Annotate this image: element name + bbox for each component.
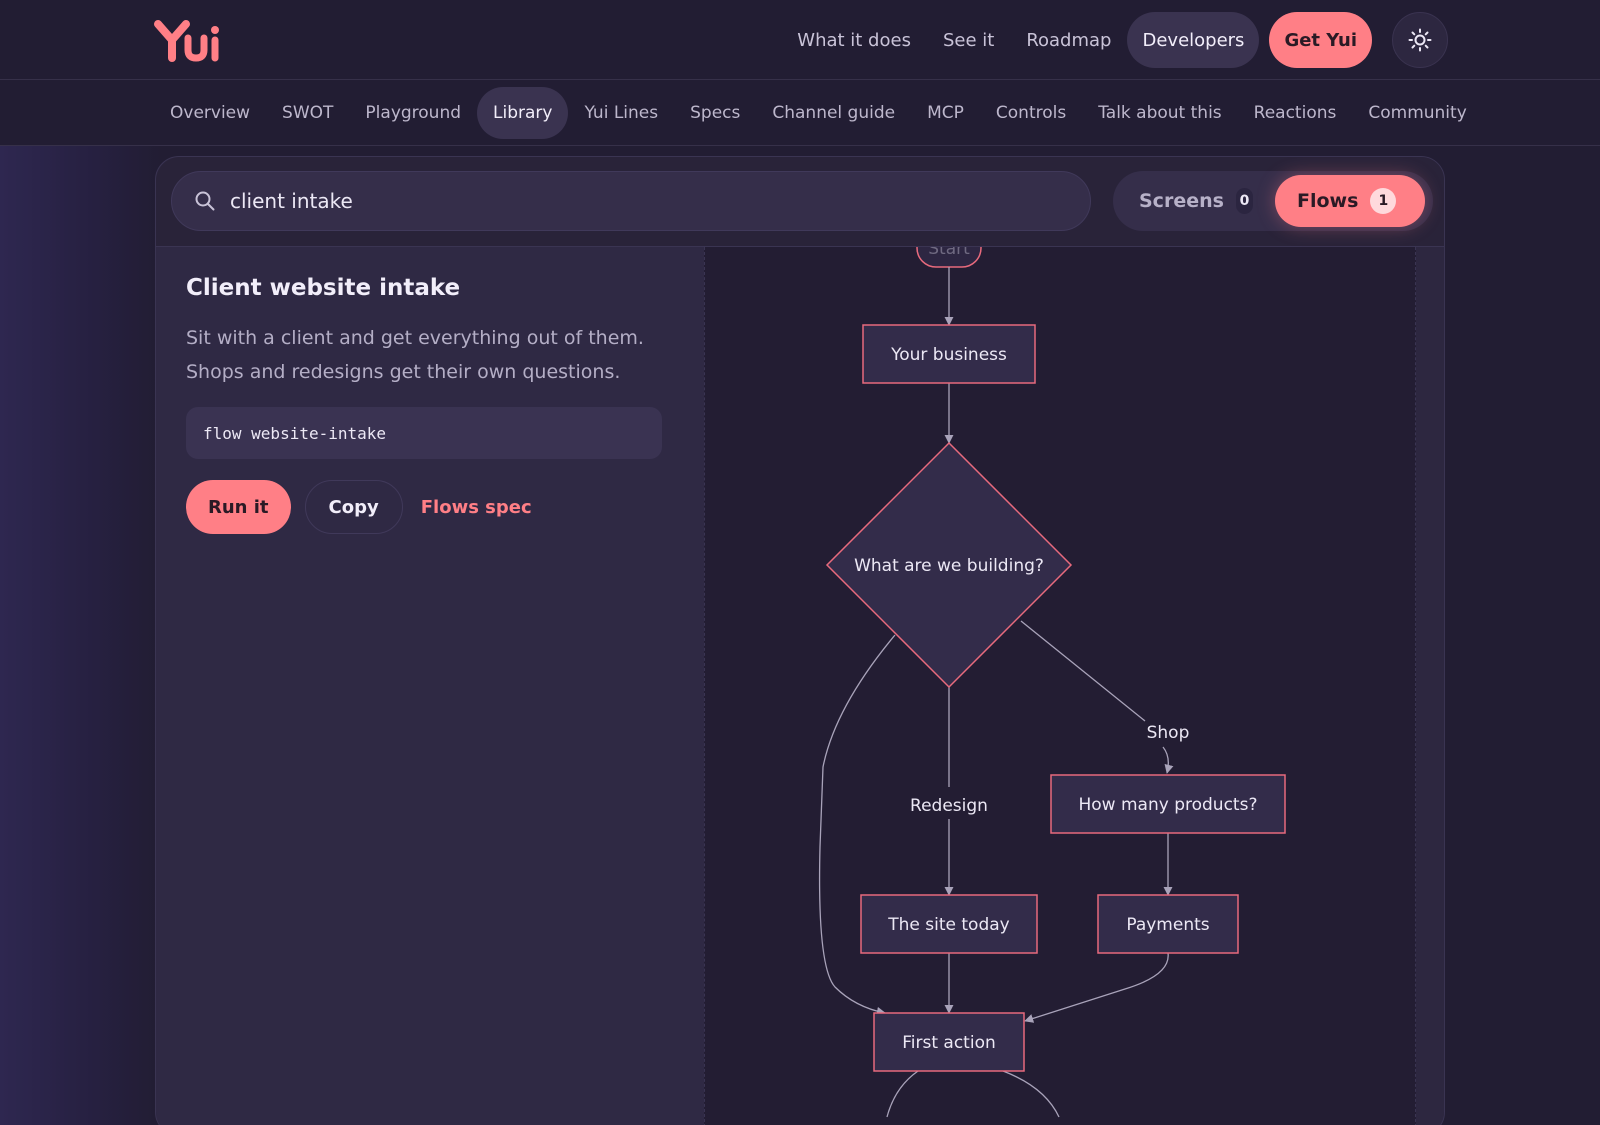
yui-logo[interactable] [154,18,224,64]
tab-specs[interactable]: Specs [674,87,756,139]
screens-count: 0 [1235,188,1253,214]
nav-roadmap[interactable]: Roadmap [1026,30,1111,51]
flow-actions: Run it Copy Flows spec [186,480,532,534]
tab-library[interactable]: Library [477,87,569,139]
library-panel: Screens 0 Flows 1 Client website intake … [155,156,1445,1125]
flows-count: 1 [1370,188,1397,214]
section-tabs-list: Overview SWOT Playground Library Yui Lin… [154,87,1474,139]
copy-button[interactable]: Copy [304,480,403,534]
nav-what-it-does[interactable]: What it does [797,30,911,51]
flow-diagram: Start Your business What are we building… [818,247,1286,1118]
top-header: What it does See it Roadmap Developers G… [0,0,1600,80]
edge-shop-products [1162,746,1174,774]
flow-detail: Client website intake Sit with a client … [156,247,704,1125]
tab-swot[interactable]: SWOT [266,87,349,139]
screens-tab[interactable]: Screens 0 [1117,175,1275,227]
tab-channel-guide[interactable]: Channel guide [756,87,911,139]
edge-decision-shop [1020,620,1146,722]
edge-payments-first [1024,952,1169,1023]
section-tabs: Overview SWOT Playground Library Yui Lin… [0,80,1600,146]
tab-talk-about-this[interactable]: Talk about this [1082,87,1237,139]
edge-label-shop: Shop [1147,723,1190,743]
result-type-toggle: Screens 0 Flows 1 [1113,171,1433,231]
node-how-many-products[interactable]: How many products? [1050,774,1286,834]
node-first-action[interactable]: First action [873,1012,1025,1072]
tab-overview[interactable]: Overview [154,87,266,139]
panel-right-gutter [1416,247,1444,1125]
sun-icon [1408,28,1432,52]
node-payments-label: Payments [1126,915,1209,935]
tab-controls[interactable]: Controls [980,87,1082,139]
tab-mcp[interactable]: MCP [911,87,980,139]
flow-edges [818,267,1174,1118]
node-decision-label: What are we building? [854,556,1044,576]
screens-label: Screens [1139,190,1224,212]
search-input[interactable] [230,189,1030,213]
node-your-business-label: Your business [890,345,1007,365]
search-field[interactable] [171,171,1091,231]
flows-label: Flows [1297,190,1359,212]
flows-spec-link[interactable]: Flows spec [421,497,532,518]
tab-community[interactable]: Community [1352,87,1474,139]
node-what-are-we-building[interactable]: What are we building? [825,441,1073,689]
node-start[interactable]: Start [916,247,982,268]
flow-diagram-canvas: Start Your business What are we building… [704,247,1416,1125]
edge-decision-first [818,634,896,1016]
tab-playground[interactable]: Playground [349,87,477,139]
node-start-label: Start [928,247,970,259]
nav-see-it[interactable]: See it [943,30,994,51]
tab-reactions[interactable]: Reactions [1238,87,1353,139]
run-it-button[interactable]: Run it [186,480,291,534]
flows-tab[interactable]: Flows 1 [1275,175,1425,227]
search-bar: Screens 0 Flows 1 [156,157,1444,247]
background-glow [0,146,160,1125]
node-payments[interactable]: Payments [1097,894,1239,954]
node-first-action-label: First action [902,1033,996,1053]
node-products-label: How many products? [1079,795,1258,815]
edge-label-redesign: Redesign [910,796,988,816]
edge-first-out-right [1002,1070,1060,1118]
top-nav: What it does See it Roadmap Developers G… [797,12,1448,68]
node-site-today-label: The site today [887,915,1009,935]
node-the-site-today[interactable]: The site today [860,894,1038,954]
tab-yui-lines[interactable]: Yui Lines [568,87,674,139]
flow-description: Sit with a client and get everything out… [186,327,644,383]
flow-command[interactable]: flow website-intake [186,407,662,459]
get-yui-button[interactable]: Get Yui [1269,12,1372,68]
node-your-business[interactable]: Your business [862,324,1036,384]
flow-title: Client website intake [186,275,461,301]
edge-first-out-left [886,1070,919,1118]
theme-toggle-button[interactable] [1392,12,1448,68]
search-icon [195,191,215,211]
developers-button[interactable]: Developers [1127,12,1260,68]
